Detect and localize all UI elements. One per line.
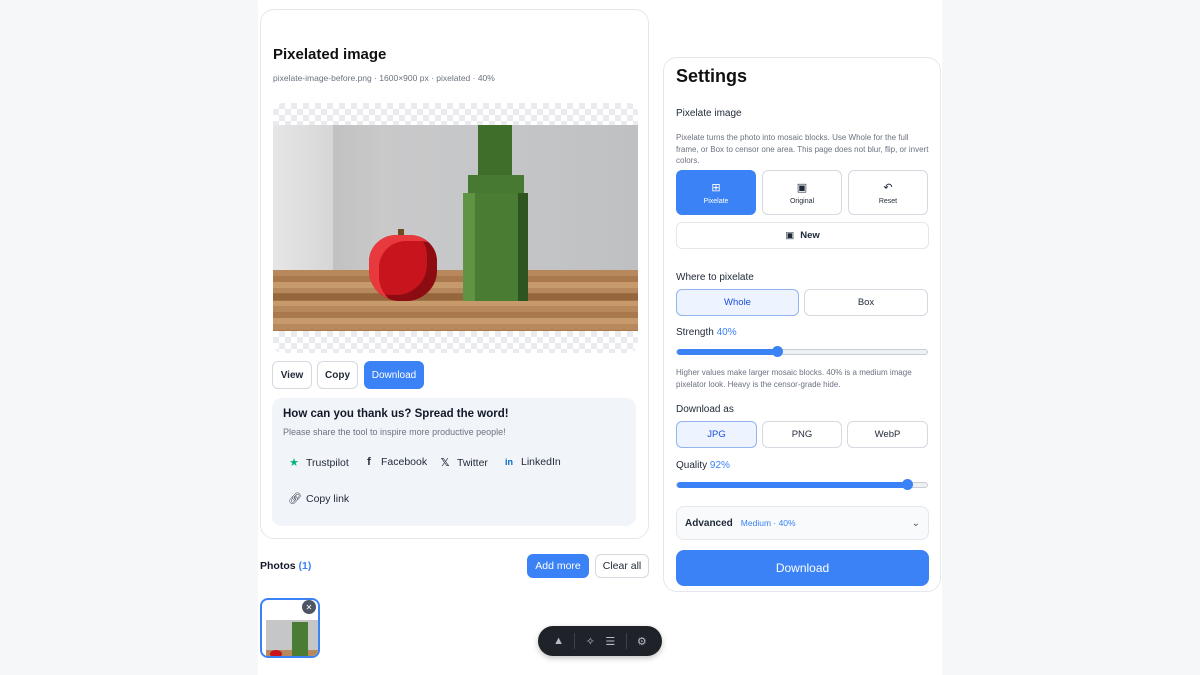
advanced-toggle[interactable]: Advanced Medium · 40% ⌄ <box>676 506 929 540</box>
preview-title: Pixelated image <box>273 46 387 63</box>
copy-link-button[interactable]: 🔗︎ Copy link <box>288 492 350 506</box>
preview-meta: pixelate-image-before.png · 1600×900 px … <box>273 73 495 83</box>
pixelate-description: Pixelate turns the photo into mosaic blo… <box>676 133 929 165</box>
floating-toolbar: ▲ ✧ ☰ ⚙ <box>538 626 662 656</box>
advanced-label: Advanced <box>685 517 733 529</box>
where-label: Where to pixelate <box>676 272 754 283</box>
view-button[interactable]: View <box>272 361 312 389</box>
copy-button[interactable]: Copy <box>317 361 358 389</box>
gear-icon[interactable]: ⚙ <box>637 635 647 648</box>
photos-label: Photos <box>260 560 296 572</box>
quality-slider-fill <box>677 482 907 488</box>
strength-slider[interactable] <box>676 346 928 357</box>
download-button[interactable]: Download <box>364 361 424 389</box>
x-twitter-icon: 𝕏 <box>440 457 450 469</box>
grid-icon: ⊞ <box>711 181 721 194</box>
share-facebook-link[interactable]: f Facebook <box>363 456 427 468</box>
photos-count: (1) <box>298 560 312 572</box>
strength-slider-fill <box>677 349 777 355</box>
quality-slider[interactable] <box>676 479 928 490</box>
strength-heading: Strength 40% <box>676 327 737 338</box>
pixelate-mode-label: Pixelate <box>703 197 729 205</box>
thumb-bottle <box>292 622 308 656</box>
format-label: Download as <box>676 404 734 415</box>
share-box: How can you thank us? Spread the word! P… <box>272 398 636 526</box>
quality-slider-knob[interactable] <box>902 479 913 490</box>
thumb-apple <box>270 650 282 656</box>
trustpilot-label: Trustpilot <box>306 456 349 469</box>
facebook-label: Facebook <box>381 456 428 468</box>
toolbar-divider <box>574 633 576 649</box>
photo-bottle-neck <box>478 125 512 181</box>
new-image-button[interactable]: ▣ New <box>676 222 929 249</box>
share-trustpilot-link[interactable]: ★ Trustpilot <box>288 456 349 470</box>
pixelated-photo <box>273 125 638 331</box>
share-linkedin-link[interactable]: in LinkedIn <box>503 456 561 468</box>
settings-panel: Settings Pixelate image Pixelate turns t… <box>663 57 941 592</box>
settings-title: Settings <box>676 66 748 86</box>
photo-bottle-body <box>463 193 528 301</box>
format-jpg-option[interactable]: JPG <box>676 421 757 448</box>
original-mode-button[interactable]: ▣ Original <box>762 170 842 215</box>
undo-icon: ↶ <box>883 181 893 194</box>
image-preview[interactable] <box>273 103 638 353</box>
reset-mode-label: Reset <box>878 197 898 205</box>
quality-heading: Quality 92% <box>676 460 730 471</box>
reset-mode-button[interactable]: ↶ Reset <box>848 170 928 215</box>
strength-label: Strength <box>676 327 714 338</box>
chevron-down-icon: ⌄ <box>911 517 920 529</box>
logo-icon[interactable]: ▲ <box>553 635 564 647</box>
quality-label: Quality <box>676 460 708 471</box>
photo-apple <box>369 235 437 301</box>
advanced-value: Medium · 40% <box>740 518 796 528</box>
share-twitter-link[interactable]: 𝕏 Twitter <box>439 456 488 470</box>
add-more-button[interactable]: Add more <box>527 554 589 578</box>
share-subtitle: Please share the tool to inspire more pr… <box>283 427 506 437</box>
linkedin-icon: in <box>505 457 513 467</box>
new-image-label: New <box>800 230 820 241</box>
image-icon: ▣ <box>785 230 795 241</box>
photo-table-shadow <box>273 293 638 301</box>
whole-option[interactable]: Whole <box>676 289 799 316</box>
toolbar-divider <box>625 633 627 649</box>
photos-heading: Photos (1) <box>260 560 311 572</box>
star-icon: ★ <box>289 457 299 469</box>
quality-value: 92% <box>709 460 730 471</box>
copy-link-label: Copy link <box>306 492 350 505</box>
pixelate-mode-button[interactable]: ⊞ Pixelate <box>676 170 756 215</box>
strength-value: 40% <box>716 327 737 338</box>
pixelate-label: Pixelate image <box>676 108 742 119</box>
box-option[interactable]: Box <box>804 289 928 316</box>
linkedin-label: LinkedIn <box>521 456 561 468</box>
original-mode-label: Original <box>789 197 815 205</box>
facebook-icon: f <box>367 456 371 468</box>
clear-all-button[interactable]: Clear all <box>595 554 649 578</box>
link-icon: 🔗︎ <box>288 493 302 505</box>
photo-wall-light <box>273 125 333 275</box>
strength-slider-knob[interactable] <box>772 346 783 357</box>
twitter-label: Twitter <box>457 456 488 469</box>
share-title: How can you thank us? Spread the word! <box>283 408 509 420</box>
image-icon: ▣ <box>796 181 808 194</box>
settings-download-button[interactable]: Download <box>676 550 929 586</box>
remove-photo-icon[interactable]: ✕ <box>302 600 316 614</box>
strength-help: Higher values make larger mosaic blocks.… <box>676 368 912 389</box>
list-search-icon[interactable]: ☰ <box>605 635 615 648</box>
sparkle-icon[interactable]: ✧ <box>586 635 595 648</box>
format-webp-option[interactable]: WebP <box>847 421 928 448</box>
format-png-option[interactable]: PNG <box>762 421 842 448</box>
